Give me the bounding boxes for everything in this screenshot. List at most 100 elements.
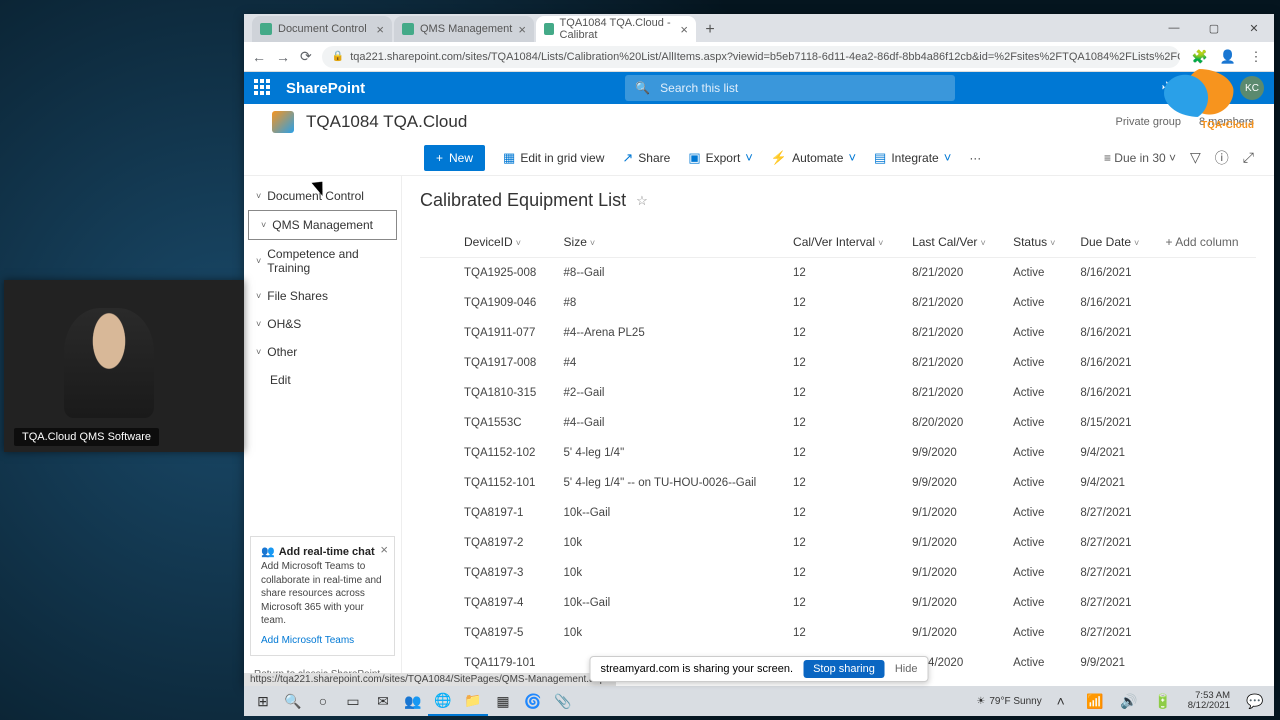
column-status[interactable]: Status˅ (1003, 227, 1070, 258)
cell-deviceid[interactable]: TQA8197-5 (454, 618, 554, 648)
table-row[interactable]: TQA8197-3 10k 12 9/1/2020 Active 8/27/20… (420, 558, 1256, 588)
share-icon[interactable]: ✈ (1161, 78, 1174, 98)
select-all-column[interactable] (420, 227, 454, 258)
help-icon[interactable]: ? (1217, 79, 1226, 97)
start-icon[interactable]: ⊞ (248, 686, 278, 716)
table-row[interactable]: TQA1909-046 #8 12 8/21/2020 Active 8/16/… (420, 288, 1256, 318)
explorer-icon[interactable]: 📁 (458, 686, 488, 716)
excel-icon[interactable]: ▦ (488, 686, 518, 716)
search-input[interactable]: 🔍Search this list (625, 75, 955, 101)
close-icon[interactable]: × (376, 22, 384, 37)
stop-sharing-button[interactable]: Stop sharing (803, 660, 885, 678)
edit-grid-button[interactable]: ▦Edit in grid view (503, 150, 604, 166)
close-icon[interactable]: ✕ (1234, 14, 1274, 42)
favorite-icon[interactable]: ☆ (636, 193, 648, 209)
table-row[interactable]: TQA8197-5 10k 12 9/1/2020 Active 8/27/20… (420, 618, 1256, 648)
column-lastcal[interactable]: Last Cal/Ver˅ (902, 227, 1003, 258)
url-field[interactable]: 🔒tqa221.sharepoint.com/sites/TQA1084/Lis… (322, 46, 1180, 68)
table-row[interactable]: TQA1152-102 5' 4-leg 1/4" 12 9/9/2020 Ac… (420, 438, 1256, 468)
export-button[interactable]: ▣Export ˅ (688, 150, 753, 166)
table-row[interactable]: TQA8197-1 10k--Gail 12 9/1/2020 Active 8… (420, 498, 1256, 528)
sidebar-item-file-shares[interactable]: ˅File Shares (244, 282, 401, 310)
back-icon[interactable]: ← (252, 49, 266, 65)
hide-bar-button[interactable]: Hide (895, 663, 918, 675)
cell-deviceid[interactable]: TQA1911-077 (454, 318, 554, 348)
reload-icon[interactable]: ⟳ (300, 48, 312, 65)
close-icon[interactable]: × (518, 22, 526, 37)
extension-icon[interactable]: 🧩 (1190, 47, 1210, 67)
chrome-icon[interactable]: 🌐 (428, 686, 458, 716)
table-row[interactable]: TQA1553C #4--Gail 12 8/20/2020 Active 8/… (420, 408, 1256, 438)
weather-widget[interactable]: ☀79°F Sunny (976, 696, 1041, 707)
menu-icon[interactable]: ⋮ (1246, 47, 1266, 67)
app-launcher-icon[interactable] (254, 79, 272, 97)
add-column-button[interactable]: + Add column (1156, 227, 1256, 258)
new-tab-button[interactable]: + (698, 18, 722, 42)
members-count[interactable]: 8 members (1199, 116, 1254, 128)
cell-deviceid[interactable]: TQA1152-101 (454, 468, 554, 498)
teams-icon[interactable]: 👥 (398, 686, 428, 716)
site-name[interactable]: TQA1084 TQA.Cloud (306, 112, 467, 132)
close-icon[interactable]: × (680, 22, 688, 37)
info-icon[interactable]: ⓘ (1215, 148, 1229, 168)
profile-icon[interactable]: 👤 (1218, 47, 1238, 67)
cell-deviceid[interactable]: TQA1152-102 (454, 438, 554, 468)
avatar[interactable]: KC (1240, 76, 1264, 100)
table-row[interactable]: TQA1152-101 5' 4-leg 1/4" -- on TU-HOU-0… (420, 468, 1256, 498)
notifications-icon[interactable]: 💬 (1240, 686, 1270, 716)
column-duedate[interactable]: Due Date˅ (1070, 227, 1155, 258)
browser-tab-active[interactable]: TQA1084 TQA.Cloud - Calibrat× (536, 16, 696, 42)
browser-tab[interactable]: Document Control× (252, 16, 392, 42)
cell-deviceid[interactable]: TQA1553C (454, 408, 554, 438)
cell-deviceid[interactable]: TQA1909-046 (454, 288, 554, 318)
sidebar-item-qms-management[interactable]: ˅QMS Management (248, 210, 397, 240)
cell-deviceid[interactable]: TQA1925-008 (454, 258, 554, 289)
add-teams-link[interactable]: Add Microsoft Teams (261, 634, 384, 648)
browser-tab[interactable]: QMS Management× (394, 16, 534, 42)
sidebar-item-other[interactable]: ˅Other (244, 338, 401, 366)
search-icon[interactable]: 🔍 (278, 686, 308, 716)
table-row[interactable]: TQA8197-4 10k--Gail 12 9/1/2020 Active 8… (420, 588, 1256, 618)
sidebar-item-document-control[interactable]: ˅Document Control (244, 182, 401, 210)
sidebar-item-ohs[interactable]: ˅OH&S (244, 310, 401, 338)
cell-deviceid[interactable]: TQA8197-2 (454, 528, 554, 558)
share-button[interactable]: ↗Share (622, 150, 670, 166)
battery-icon[interactable]: 🔋 (1148, 686, 1178, 716)
clock[interactable]: 7:53 AM8/12/2021 (1182, 691, 1236, 712)
edge-icon[interactable]: 🌀 (518, 686, 548, 716)
automate-button[interactable]: ⚡Automate ˅ (771, 150, 856, 166)
network-icon[interactable]: 📶 (1080, 686, 1110, 716)
tray-chevron-icon[interactable]: ˄ (1046, 686, 1076, 716)
table-row[interactable]: TQA1911-077 #4--Arena PL25 12 8/21/2020 … (420, 318, 1256, 348)
filter-icon[interactable]: ▽ (1190, 149, 1201, 166)
column-interval[interactable]: Cal/Ver Interval˅ (783, 227, 902, 258)
integrate-button[interactable]: ▤Integrate ˅ (874, 150, 951, 166)
edit-nav-link[interactable]: Edit (244, 366, 401, 394)
cortana-icon[interactable]: ○ (308, 686, 338, 716)
column-size[interactable]: Size˅ (554, 227, 784, 258)
table-row[interactable]: TQA8197-2 10k 12 9/1/2020 Active 8/27/20… (420, 528, 1256, 558)
suite-brand[interactable]: SharePoint (286, 80, 365, 97)
close-icon[interactable]: × (380, 541, 388, 559)
expand-icon[interactable]: ⤢ (1243, 149, 1254, 166)
settings-icon[interactable]: ⚙ (1189, 78, 1203, 98)
outlook-icon[interactable]: ✉ (368, 686, 398, 716)
cell-deviceid[interactable]: TQA8197-1 (454, 498, 554, 528)
new-button[interactable]: +New (424, 145, 485, 171)
table-row[interactable]: TQA1925-008 #8--Gail 12 8/21/2020 Active… (420, 258, 1256, 289)
cell-deviceid[interactable]: TQA8197-4 (454, 588, 554, 618)
minimize-icon[interactable]: — (1154, 14, 1194, 42)
column-deviceid[interactable]: DeviceID˅ (454, 227, 554, 258)
sidebar-item-competence[interactable]: ˅Competence and Training (244, 240, 401, 282)
taskview-icon[interactable]: ▭ (338, 686, 368, 716)
table-row[interactable]: TQA1917-008 #4 12 8/21/2020 Active 8/16/… (420, 348, 1256, 378)
more-button[interactable]: ··· (969, 151, 981, 165)
cell-deviceid[interactable]: TQA1917-008 (454, 348, 554, 378)
office-icon[interactable]: 📎 (548, 686, 578, 716)
maximize-icon[interactable]: ▢ (1194, 14, 1234, 42)
site-logo[interactable] (272, 111, 294, 133)
volume-icon[interactable]: 🔊 (1114, 686, 1144, 716)
forward-icon[interactable]: → (276, 49, 290, 65)
cell-deviceid[interactable]: TQA1810-315 (454, 378, 554, 408)
cell-deviceid[interactable]: TQA8197-3 (454, 558, 554, 588)
